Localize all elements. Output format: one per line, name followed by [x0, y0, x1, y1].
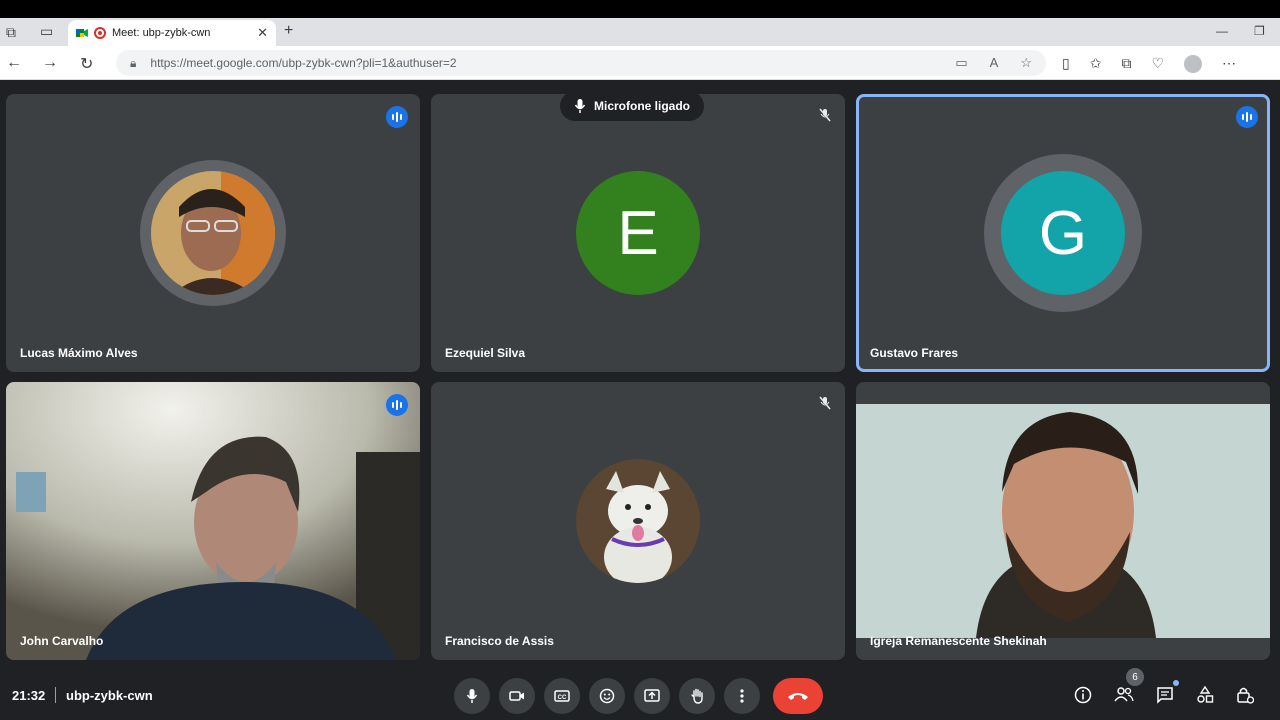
profile-avatar[interactable]	[1184, 55, 1203, 73]
participant-tile[interactable]: Lucas Máximo Alves	[6, 94, 420, 372]
svg-text:CC: CC	[558, 695, 567, 701]
participant-name: Ezequiel Silva	[445, 346, 526, 360]
present-screen-button[interactable]	[634, 678, 670, 714]
tab-strip: ⧉ ▭ Meet: ubp-zybk-cwn ✕ + — ❐	[0, 18, 1280, 46]
participant-video-tile[interactable]: Igreja Remanescente Shekinah	[856, 382, 1270, 660]
chat-notification-dot	[1173, 680, 1179, 686]
read-aloud-icon[interactable]: A	[990, 55, 999, 71]
toast-label: Microfone ligado	[594, 99, 690, 113]
url-field[interactable]: 🔒︎ https://meet.google.com/ubp-zybk-cwn?…	[116, 50, 1046, 76]
participant-name: Lucas Máximo Alves	[20, 346, 138, 360]
clock: 21:32	[12, 688, 46, 703]
host-controls-icon[interactable]	[1236, 686, 1255, 709]
speaking-indicator-icon	[1236, 106, 1258, 128]
tab-close-icon[interactable]: ✕	[257, 25, 268, 41]
microphone-icon	[574, 99, 586, 113]
minimize-icon[interactable]: —	[1216, 24, 1228, 38]
participant-name: Igreja Remanescente Shekinah	[870, 634, 1047, 648]
lock-icon[interactable]: 🔒︎	[130, 56, 136, 71]
address-bar-row: ← → ↻ 🔒︎ https://meet.google.com/ubp-zyb…	[0, 46, 1280, 80]
avatar-ring	[565, 448, 711, 594]
screen-top-border	[0, 0, 1280, 18]
camera-button[interactable]	[499, 678, 535, 714]
tab-actions-icon[interactable]: ▭	[40, 23, 53, 40]
back-icon[interactable]: ←	[6, 54, 22, 72]
meeting-area: Lucas Máximo Alves E Ezequiel Silva G Gu…	[0, 80, 1280, 720]
reactions-button[interactable]	[589, 678, 625, 714]
microphone-off-icon	[819, 108, 831, 125]
microphone-on-toast: Microfone ligado	[560, 91, 704, 121]
favorites-icon[interactable]: ✩	[1090, 55, 1102, 73]
participant-video	[856, 382, 1270, 660]
participant-video	[6, 382, 420, 660]
workspaces-icon[interactable]: ⧉	[6, 24, 16, 41]
meeting-code: ubp-zybk-cwn	[66, 688, 153, 703]
divider	[55, 687, 56, 703]
url-text: https://meet.google.com/ubp-zybk-cwn?pli…	[150, 56, 457, 70]
captions-icon: CC	[554, 690, 570, 702]
speaking-indicator-icon	[386, 394, 408, 416]
avatar	[151, 171, 275, 295]
present-screen-icon	[644, 689, 660, 702]
camera-in-use-icon[interactable]: ▭	[955, 55, 967, 71]
more-options-button[interactable]	[724, 678, 760, 714]
microphone-icon	[466, 689, 478, 703]
meeting-controls-bar: 21:32 ubp-zybk-cwn CC 6	[0, 668, 1280, 720]
collections-icon[interactable]: ⧉	[1121, 55, 1131, 73]
browser-tab-meet[interactable]: Meet: ubp-zybk-cwn ✕	[68, 20, 276, 46]
tab-title: Meet: ubp-zybk-cwn	[112, 27, 211, 39]
more-vert-icon	[740, 689, 744, 703]
avatar-ring: E	[565, 160, 711, 306]
person-photo-icon	[151, 171, 275, 295]
microphone-button[interactable]	[454, 678, 490, 714]
participant-name: Francisco de Assis	[445, 634, 554, 648]
avatar: G	[1001, 171, 1125, 295]
camera-icon	[509, 691, 524, 701]
favorite-star-icon[interactable]: ☆	[1020, 55, 1032, 71]
meeting-details-icon[interactable]	[1074, 686, 1092, 709]
microphone-off-icon	[819, 396, 831, 413]
refresh-icon[interactable]: ↻	[80, 54, 93, 74]
participant-tile-pinned[interactable]: G Gustavo Frares	[856, 94, 1270, 372]
raise-hand-button[interactable]	[679, 678, 715, 714]
avatar	[576, 459, 700, 583]
google-meet-icon	[76, 29, 88, 37]
hand-icon	[691, 688, 703, 704]
new-tab-button[interactable]: +	[284, 22, 293, 40]
recording-icon	[94, 27, 106, 39]
avatar: E	[576, 171, 700, 295]
speaking-indicator-icon	[386, 106, 408, 128]
split-screen-icon[interactable]: ▯	[1062, 55, 1070, 73]
participant-tile[interactable]: E Ezequiel Silva	[431, 94, 845, 372]
avatar-ring	[140, 160, 286, 306]
more-menu-icon[interactable]: ⋯	[1222, 55, 1236, 73]
people-icon[interactable]	[1114, 686, 1134, 709]
emoji-icon	[599, 688, 615, 704]
hang-up-icon	[788, 693, 808, 700]
captions-button[interactable]: CC	[544, 678, 580, 714]
people-count-badge: 6	[1126, 668, 1144, 686]
avatar-ring: G	[984, 154, 1142, 312]
leave-call-button[interactable]	[773, 678, 823, 714]
dog-photo-icon	[576, 459, 700, 583]
participant-name: Gustavo Frares	[870, 346, 959, 360]
browser-essentials-icon[interactable]: ♡	[1151, 55, 1164, 73]
participant-name: John Carvalho	[20, 634, 104, 648]
participant-tile[interactable]: Francisco de Assis	[431, 382, 845, 660]
participant-video-tile[interactable]: John Carvalho	[6, 382, 420, 660]
activities-icon[interactable]	[1196, 685, 1214, 709]
forward-icon[interactable]: →	[42, 54, 58, 72]
chat-icon[interactable]	[1156, 686, 1174, 709]
maximize-icon[interactable]: ❐	[1254, 24, 1265, 38]
